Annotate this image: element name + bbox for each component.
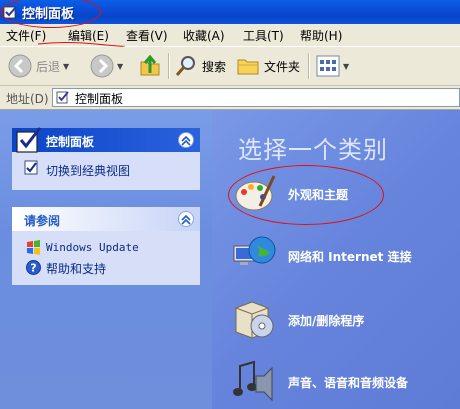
back-button[interactable]: 后退 ▼ bbox=[8, 53, 69, 79]
category-sound-speech-audio[interactable]: 声音、语音和音频设备 bbox=[232, 358, 452, 408]
switch-to-classic-view-link[interactable]: 切换到经典视图 bbox=[46, 162, 130, 179]
help-icon: ? bbox=[26, 260, 41, 275]
svg-text:?: ? bbox=[30, 262, 36, 275]
annotation-underline-menu bbox=[37, 42, 125, 47]
folders-label: 文件夹 bbox=[264, 59, 301, 74]
folders-button[interactable]: 文件夹 bbox=[236, 53, 300, 79]
back-dropdown-icon[interactable]: ▼ bbox=[63, 62, 69, 71]
program-box-icon bbox=[235, 301, 274, 339]
search-button[interactable]: 搜索 bbox=[174, 53, 226, 79]
category-add-remove-programs[interactable]: 添加/删除程序 bbox=[232, 296, 432, 346]
chevron-up-icon bbox=[181, 214, 191, 225]
address-label: 地址(D) bbox=[6, 92, 49, 106]
folder-icon bbox=[237, 59, 259, 75]
address-bar: 地址(D) 控制面板 bbox=[0, 86, 460, 110]
forward-arrow-icon bbox=[90, 54, 114, 78]
search-label: 搜索 bbox=[202, 59, 227, 74]
windows-update-link[interactable]: Windows Update bbox=[46, 241, 139, 254]
control-panel-icon bbox=[16, 127, 42, 153]
category-network-label: 网络和 Internet 连接 bbox=[288, 250, 412, 264]
collapse-button[interactable] bbox=[178, 132, 194, 148]
address-field[interactable]: 控制面板 bbox=[52, 88, 460, 107]
category-network-internet[interactable]: 网络和 Internet 连接 bbox=[232, 232, 452, 282]
views-grid-icon bbox=[316, 55, 340, 77]
annotation-circle-appearance bbox=[228, 165, 384, 225]
category-programs-label: 添加/删除程序 bbox=[288, 314, 365, 328]
pick-category-heading: 选择一个类别 bbox=[238, 136, 388, 164]
control-panel-task-box: 控制面板 切换到经典视图 bbox=[12, 127, 200, 190]
forward-dropdown-icon[interactable]: ▼ bbox=[117, 62, 123, 71]
search-icon bbox=[175, 56, 195, 76]
windows-flag-icon bbox=[27, 240, 40, 255]
see-also-header[interactable]: 请参阅 bbox=[12, 207, 200, 231]
menu-help[interactable]: 帮助(H) bbox=[300, 27, 342, 44]
collapse-button[interactable] bbox=[178, 211, 194, 227]
views-dropdown-icon[interactable]: ▼ bbox=[343, 62, 349, 71]
forward-button[interactable]: ▼ bbox=[90, 53, 123, 79]
control-panel-task-title: 控制面板 bbox=[46, 135, 95, 149]
category-sound-label: 声音、语音和音频设备 bbox=[288, 376, 409, 390]
chevron-up-icon bbox=[181, 135, 191, 146]
menu-tools[interactable]: 工具(T) bbox=[243, 27, 284, 44]
address-value: 控制面板 bbox=[75, 92, 124, 106]
up-folder-icon bbox=[140, 54, 160, 76]
back-arrow-icon bbox=[8, 54, 32, 78]
control-panel-icon bbox=[56, 91, 69, 104]
back-label: 后退 bbox=[36, 59, 61, 74]
up-folder-button[interactable] bbox=[138, 53, 162, 79]
menu-view[interactable]: 查看(V) bbox=[126, 27, 168, 44]
switch-view-icon bbox=[24, 160, 38, 175]
toolbar: 后退 ▼ ▼ 搜索 文件夹 ▼ bbox=[0, 46, 460, 86]
menu-favorites[interactable]: 收藏(A) bbox=[183, 27, 225, 44]
network-globe-icon bbox=[233, 236, 276, 265]
views-button[interactable]: ▼ bbox=[316, 53, 349, 79]
help-and-support-link[interactable]: 帮助和支持 bbox=[46, 260, 106, 277]
see-also-task-box: 请参阅 Windows Update ? 帮助和支持 bbox=[12, 207, 200, 285]
speaker-note-icon bbox=[233, 360, 273, 402]
control-panel-task-header[interactable]: 控制面板 bbox=[12, 127, 200, 153]
see-also-title: 请参阅 bbox=[24, 214, 61, 228]
